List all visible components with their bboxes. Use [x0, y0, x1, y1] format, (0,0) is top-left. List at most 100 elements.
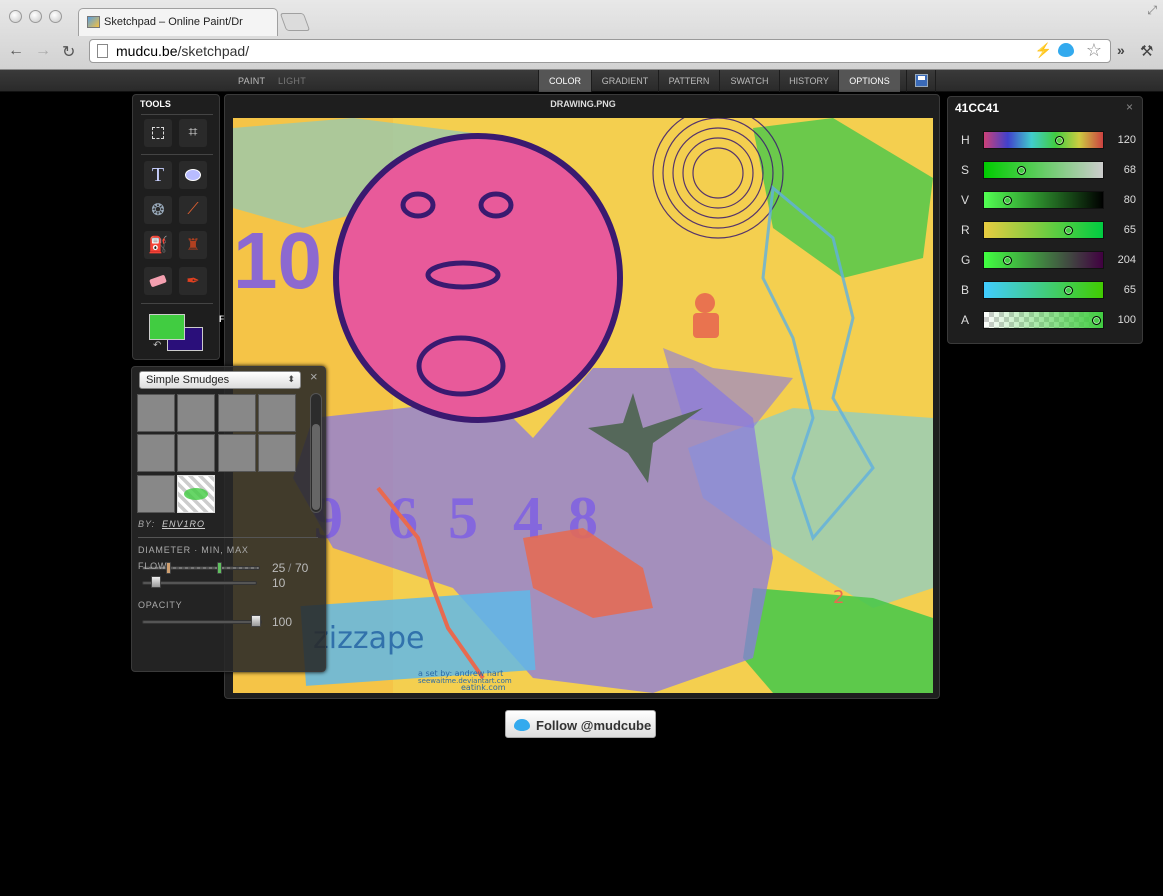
eyedropper-tool[interactable]: ✒ [179, 267, 207, 295]
tab-history[interactable]: HISTORY [779, 70, 838, 92]
red-value[interactable]: 65 [1106, 224, 1136, 236]
tab-title: Sketchpad – Online Paint/Dr [104, 16, 243, 28]
eraser-tool[interactable] [144, 267, 172, 295]
alpha-slider[interactable] [983, 311, 1104, 329]
scrollbar-thumb[interactable] [312, 424, 320, 510]
spirograph-tool[interactable]: ❂ [144, 196, 172, 224]
saturation-slider[interactable] [983, 161, 1104, 179]
drawing-canvas[interactable]: zizzape 10 9 6 5 4 8 2 a set by: andrew … [233, 118, 933, 693]
address-bar[interactable]: mudcu.be/sketchpad/ ⚡ ☆ [89, 39, 1111, 63]
swap-colors-icon[interactable]: ↶ [153, 340, 161, 351]
tab-gradient[interactable]: GRADIENT [591, 70, 658, 92]
brush-swatch[interactable] [137, 434, 175, 472]
browser-tab[interactable]: Sketchpad – Online Paint/Dr [78, 8, 278, 36]
opacity-slider[interactable] [142, 620, 262, 624]
text-tool[interactable]: T [144, 161, 172, 189]
page-icon [97, 44, 108, 58]
stamp-tool[interactable]: ♜ [179, 231, 207, 259]
green-brush-preview [184, 488, 208, 500]
zoom-window-button[interactable] [49, 10, 62, 23]
red-label: R [961, 223, 970, 237]
forward-button[interactable]: → [35, 42, 51, 60]
close-icon[interactable]: × [1126, 100, 1133, 114]
brush-swatch[interactable] [177, 434, 215, 472]
hue-slider[interactable] [983, 131, 1104, 149]
brush-swatch[interactable] [258, 394, 296, 432]
red-number-stamp: 2 [833, 587, 844, 608]
brush-swatch[interactable] [137, 475, 175, 513]
bookmark-star-icon[interactable]: ☆ [1086, 40, 1102, 61]
opacity-handle[interactable] [251, 615, 261, 627]
tab-options[interactable]: OPTIONS [838, 70, 900, 92]
back-button[interactable]: ← [8, 42, 24, 60]
flow-handle[interactable] [151, 576, 161, 588]
blue-slider[interactable] [983, 281, 1104, 299]
saturation-handle[interactable] [1017, 166, 1026, 175]
color-hex-value[interactable]: 41CC41 [955, 101, 999, 115]
marquee-tool[interactable] [144, 119, 172, 147]
brush-swatch[interactable] [137, 394, 175, 432]
foreground-color-swatch[interactable] [149, 314, 185, 340]
close-icon[interactable]: × [310, 369, 318, 384]
brush-swatch[interactable] [177, 394, 215, 432]
fullscreen-icon[interactable]: ⤢ [1147, 3, 1157, 18]
hue-handle[interactable] [1055, 136, 1064, 145]
red-handle[interactable] [1064, 226, 1073, 235]
wrench-icon[interactable]: ⚒ [1140, 42, 1153, 60]
green-handle[interactable] [1003, 256, 1012, 265]
value-value[interactable]: 80 [1106, 194, 1136, 206]
green-slider[interactable] [983, 251, 1104, 269]
menu-paint[interactable]: PAINT [238, 76, 265, 86]
brush-preset-select[interactable]: Simple Smudges ⬍ [139, 371, 301, 389]
crop-tool[interactable]: ⌗ [179, 119, 207, 147]
author-link[interactable]: ENV1RO [162, 519, 205, 529]
new-tab-button[interactable] [279, 13, 311, 31]
tab-swatch[interactable]: SWATCH [719, 70, 779, 92]
diameter-min-value: 25 [272, 561, 286, 575]
brush-swatch-selected[interactable] [177, 475, 215, 513]
hue-label: H [961, 133, 970, 147]
floppy-disk-icon [915, 74, 928, 87]
brush-tool[interactable]: ⟋ [179, 196, 207, 224]
value-slider[interactable] [983, 191, 1104, 209]
reload-button[interactable]: ↻ [62, 42, 75, 62]
alpha-handle[interactable] [1092, 316, 1101, 325]
saturation-value[interactable]: 68 [1106, 164, 1136, 176]
brush-swatch[interactable] [258, 434, 296, 472]
eraser-icon [149, 274, 167, 288]
url-text[interactable]: mudcu.be/sketchpad/ [116, 43, 249, 59]
divider [141, 114, 213, 115]
value-label: V [961, 193, 970, 207]
diameter-max-value: 70 [295, 561, 309, 575]
blue-value[interactable]: 65 [1106, 284, 1136, 296]
tools-panel: TOOLS ⌗ T ❂ ⟋ ⛽ ♜ ✒ F ↶ [132, 94, 225, 360]
tab-pattern[interactable]: PATTERN [658, 70, 719, 92]
green-value[interactable]: 204 [1106, 254, 1136, 266]
twitter-extension-icon[interactable] [1058, 43, 1074, 57]
brush-panel: Simple Smudges ⬍ × BY: ENV1RO DIAMETER ·… [131, 366, 326, 672]
save-button[interactable] [906, 70, 936, 92]
stencil-number: 10 [233, 216, 322, 305]
value-handle[interactable] [1003, 196, 1012, 205]
minimize-window-button[interactable] [29, 10, 42, 23]
alpha-value[interactable]: 100 [1106, 314, 1136, 326]
close-window-button[interactable] [9, 10, 22, 23]
diameter-max-handle[interactable] [217, 562, 222, 574]
extensions-more-icon[interactable]: » [1117, 42, 1125, 58]
blue-handle[interactable] [1064, 286, 1073, 295]
follow-twitter-button[interactable]: Follow @mudcube [505, 710, 656, 738]
green-label: G [961, 253, 971, 267]
brush-scrollbar[interactable] [310, 393, 322, 513]
brush-swatch[interactable] [218, 394, 256, 432]
shape-tool[interactable] [179, 161, 207, 189]
red-slider[interactable] [983, 221, 1104, 239]
brush-swatch[interactable] [218, 434, 256, 472]
bolt-icon[interactable]: ⚡ [1035, 42, 1052, 59]
fill-tool[interactable]: ⛽ [144, 231, 172, 259]
spirograph-icon: ❂ [151, 202, 165, 219]
menu-light[interactable]: LIGHT [278, 76, 306, 86]
color-panel: 41CC41 × H 120 S 68 V 80 R 65 G 204 B 65… [947, 96, 1143, 344]
hue-value[interactable]: 120 [1106, 134, 1136, 146]
eyedropper-icon: ✒ [186, 273, 200, 290]
tab-color[interactable]: COLOR [538, 70, 591, 92]
